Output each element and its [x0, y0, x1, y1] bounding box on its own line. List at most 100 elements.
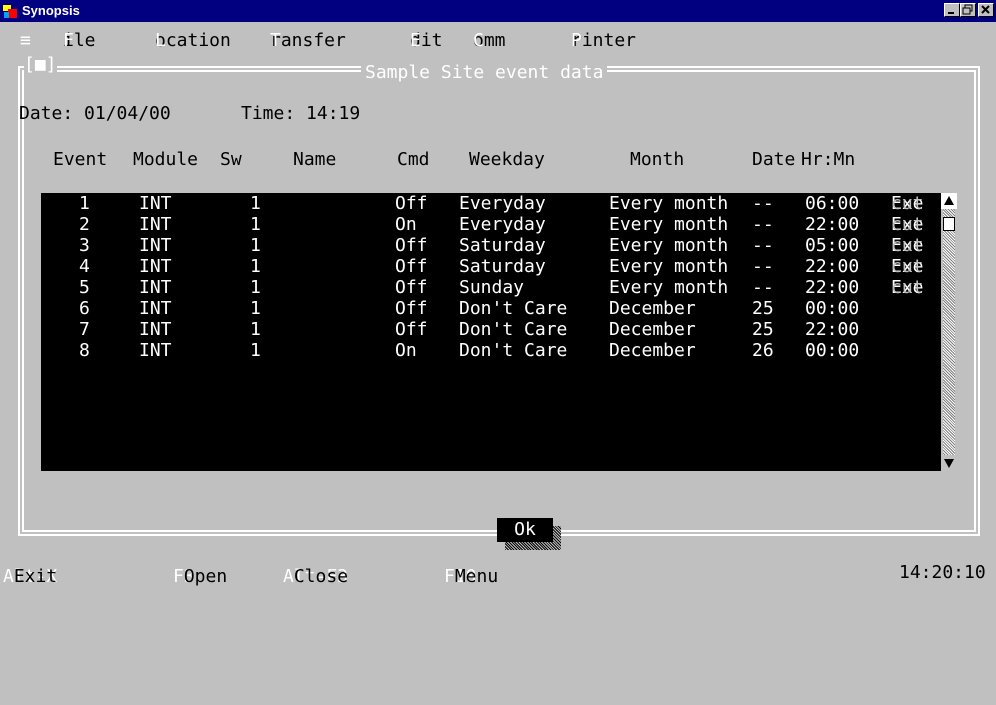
list-scrollbar[interactable] [941, 193, 957, 471]
cell-event: 7 [79, 319, 90, 340]
col-module: Module [133, 149, 199, 170]
cell-event: 4 [79, 256, 90, 277]
close-icon [981, 5, 990, 14]
col-sw: Sw [220, 149, 242, 170]
status-exit[interactable]: Alt-X Exit [3, 562, 57, 587]
cell-month: Every month [609, 235, 729, 256]
cell-weekday: Saturday [459, 235, 546, 256]
table-row[interactable]: 8 INT 1 On Don't Care December 26 00:00 [41, 340, 941, 361]
cell-sw: 1 [250, 319, 261, 340]
cell-date: -- [752, 235, 774, 256]
cell-time: 00:00 [805, 298, 860, 319]
cell-weekday: Sunday [459, 277, 525, 298]
cell-time: 05:00 [805, 235, 860, 256]
col-month: Month [630, 149, 685, 170]
status-close[interactable]: Alt-F3 Close [283, 562, 348, 587]
cell-event: 5 [79, 277, 90, 298]
maximize-button[interactable] [960, 3, 976, 17]
cell-time: 22:00 [805, 277, 860, 298]
cell-time: 22:00 [805, 319, 860, 340]
cell-module: INT [139, 235, 172, 256]
date-label: Date: 01/04/00 [19, 103, 171, 124]
menu-file[interactable]: File [63, 30, 96, 51]
table-row[interactable]: 3 INT 1 Off Saturday Every month -- 05:00 Exe cut [41, 235, 941, 256]
scroll-down-icon[interactable] [941, 455, 957, 471]
col-date: Date [752, 149, 796, 170]
cell-module: INT [139, 214, 172, 235]
dialog-title: Sample Site event data [361, 62, 608, 83]
cell-weekday: Everyday [459, 193, 546, 214]
table-row[interactable]: 6 INT 1 Off Don't Care December 25 00:00 [41, 298, 941, 319]
cell-date: -- [752, 277, 774, 298]
cell-weekday: Don't Care [459, 298, 568, 319]
cell-event: 1 [79, 193, 90, 214]
col-name: Name [293, 149, 337, 170]
cell-cmd: Off [395, 319, 428, 340]
cell-date: -- [752, 214, 774, 235]
table-row[interactable]: 2 INT 1 On Everyday Every month -- 22:00 Exe cut [41, 214, 941, 235]
system-menu-icon[interactable]: ≡ [20, 30, 31, 51]
table-row[interactable]: 7 INT 1 Off Don't Care December 25 22:00 [41, 319, 941, 340]
maximize-icon [962, 4, 973, 15]
col-hrmn: Hr:Mn [801, 149, 856, 170]
minimize-icon [948, 12, 954, 14]
status-menu[interactable]: F10 Menu [444, 562, 498, 587]
cell-date: -- [752, 256, 774, 277]
scroll-thumb[interactable] [943, 217, 955, 231]
cell-time: 22:00 [805, 256, 860, 277]
scroll-up-icon[interactable] [941, 193, 957, 209]
menu-transfer[interactable]: Transfer [270, 30, 346, 51]
cell-cmd: On [395, 340, 417, 361]
table-row[interactable]: 1 INT 1 Off Everyday Every month -- 06:00 Exe cut [41, 193, 941, 214]
cell-sw: 1 [250, 256, 261, 277]
dialog-close-box[interactable]: [■] [24, 54, 57, 75]
cell-module: INT [139, 193, 172, 214]
status-clock: 14:20:10 [899, 562, 986, 583]
cell-sw: 1 [250, 235, 261, 256]
table-row[interactable]: 5 INT 1 Off Sunday Every month -- 22:00 Exe cut [41, 277, 941, 298]
cell-weekday: Saturday [459, 256, 546, 277]
cell-sw: 1 [250, 214, 261, 235]
cell-event: 2 [79, 214, 90, 235]
col-event: Event [53, 149, 108, 170]
cell-date: 25 [752, 319, 774, 340]
cell-module: INT [139, 298, 172, 319]
cell-date: -- [752, 193, 774, 214]
cell-date: 26 [752, 340, 774, 361]
menu-bar: ≡ File Location Transfer Edit Comm Print… [5, 30, 991, 52]
cell-module: INT [139, 277, 172, 298]
cell-time: 00:00 [805, 340, 860, 361]
cell-month: Every month [609, 214, 729, 235]
cell-time: 06:00 [805, 193, 860, 214]
cell-cmd: Off [395, 193, 428, 214]
minimize-button[interactable] [944, 3, 960, 17]
ok-button[interactable]: Ok [497, 518, 553, 542]
menu-printer[interactable]: Printer [571, 30, 636, 51]
col-cmd: Cmd [397, 149, 430, 170]
window-title: Synopsis [22, 3, 80, 18]
cell-time: 22:00 [805, 214, 860, 235]
menu-comm[interactable]: Comm [473, 30, 506, 51]
cell-month: December [609, 319, 696, 340]
status-bar: Alt-X Exit F3 Open Alt-F3 Close F10 Menu… [3, 558, 991, 587]
event-list[interactable]: 1 INT 1 Off Everyday Every month -- 06:00 Exe cut… [41, 193, 957, 471]
window-titlebar[interactable]: Synopsis [0, 0, 996, 22]
cell-weekday: Don't Care [459, 319, 568, 340]
cell-month: Every month [609, 193, 729, 214]
cell-cmd: Off [395, 235, 428, 256]
menu-location[interactable]: Location [155, 30, 231, 51]
cell-event: 3 [79, 235, 90, 256]
cell-event: 6 [79, 298, 90, 319]
menu-edit[interactable]: Edit [410, 30, 443, 51]
cell-module: INT [139, 319, 172, 340]
close-button[interactable] [978, 3, 994, 17]
table-row[interactable]: 4 INT 1 Off Saturday Every month -- 22:00 Exe cut [41, 256, 941, 277]
console-area: ≡ File Location Transfer Edit Comm Print… [3, 22, 991, 587]
status-open[interactable]: F3 Open [173, 562, 227, 587]
col-weekday: Weekday [469, 149, 545, 170]
cell-month: Every month [609, 277, 729, 298]
scroll-track[interactable] [943, 209, 955, 455]
cell-weekday: Don't Care [459, 340, 568, 361]
cell-sw: 1 [250, 277, 261, 298]
cell-sw: 1 [250, 298, 261, 319]
